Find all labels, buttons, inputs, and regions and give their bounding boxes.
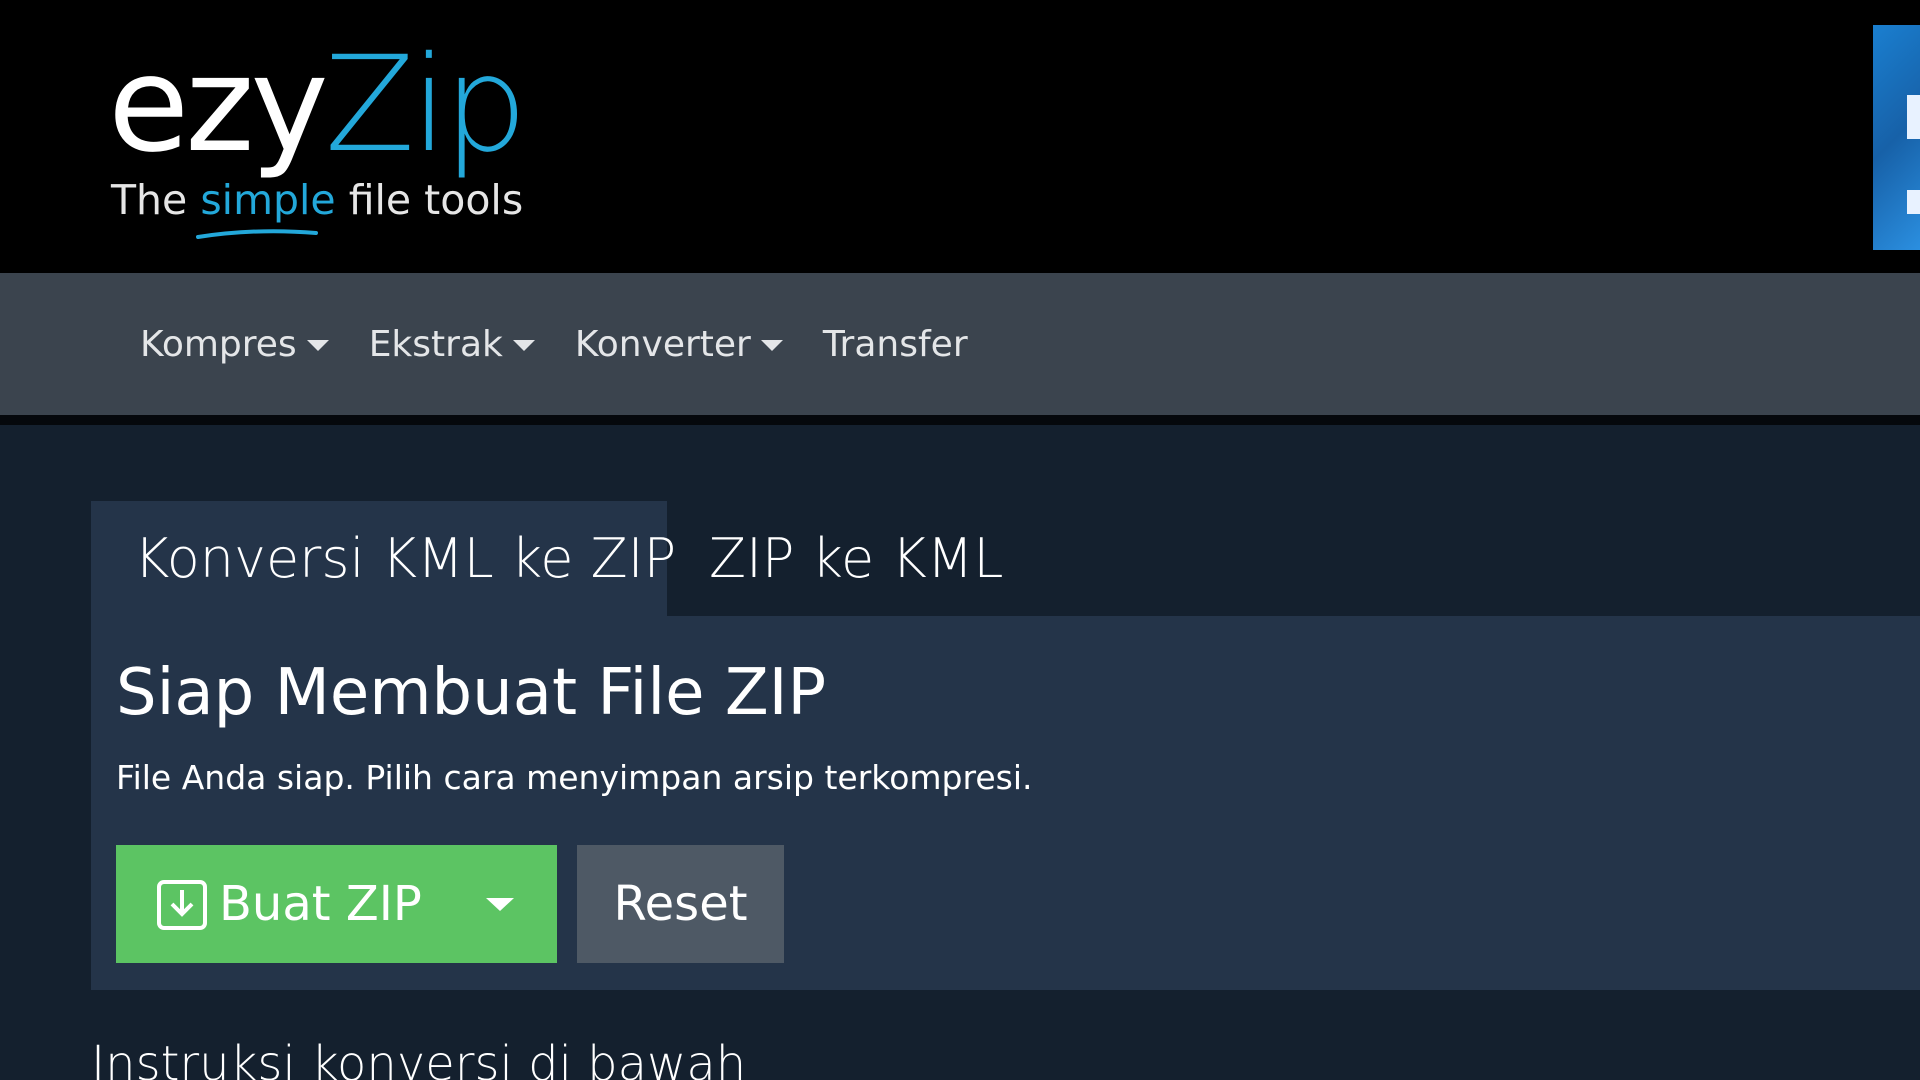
- caret-down-icon: [512, 339, 535, 351]
- logo-word-zip: Zip: [324, 28, 528, 182]
- nav-item-ekstrak[interactable]: Ekstrak: [369, 324, 535, 365]
- ezyzip-logo[interactable]: ezyZip The simple file tools: [108, 30, 528, 240]
- caret-down-icon: [306, 339, 329, 351]
- nav-item-label: Kompres: [140, 323, 297, 365]
- reset-button[interactable]: Reset: [577, 845, 784, 963]
- card-title: Siap Membuat File ZIP: [116, 656, 827, 730]
- instructions-heading: Instruksi konversi di bawah: [91, 1036, 747, 1080]
- caret-down-icon: [760, 339, 783, 351]
- nav-item-label: Konverter: [574, 323, 751, 365]
- logo-swoosh-icon: [196, 229, 318, 239]
- site-header: ezyZip The simple file tools: [0, 0, 1920, 273]
- converter-tabs: Konversi KML ke ZIP ZIP ke KML: [91, 501, 1920, 616]
- logo-word-ezy: ezy: [108, 28, 329, 182]
- tagline-file-tools: file tools: [348, 176, 524, 224]
- logo-wordmark: ezyZip: [108, 28, 528, 182]
- nav-item-konverter[interactable]: Konverter: [575, 324, 783, 365]
- main-nav: Kompres Ekstrak Konverter Transfer: [0, 273, 1920, 415]
- nav-item-kompres[interactable]: Kompres: [140, 324, 329, 365]
- ad-mark: [1907, 95, 1920, 139]
- nav-item-transfer[interactable]: Transfer: [823, 324, 968, 365]
- tab-label: ZIP ke KML: [709, 527, 1004, 590]
- converter-card: Siap Membuat File ZIP File Anda siap. Pi…: [91, 616, 1920, 990]
- nav-item-label: Ekstrak: [368, 323, 503, 365]
- tagline-simple: simple: [200, 176, 336, 224]
- logo-tagline: The simple file tools: [111, 176, 523, 224]
- tab-label: Konversi KML ke ZIP: [134, 527, 677, 590]
- caret-down-icon[interactable]: [486, 898, 514, 911]
- tab-zip-to-kml[interactable]: ZIP ke KML: [709, 501, 1003, 616]
- ad-banner[interactable]: [1873, 25, 1920, 250]
- ad-mark: [1907, 190, 1920, 214]
- tab-kml-to-zip[interactable]: Konversi KML ke ZIP: [91, 501, 676, 616]
- create-zip-label: Buat ZIP: [219, 876, 422, 932]
- download-icon: [157, 880, 207, 930]
- tagline-the: The: [111, 176, 188, 224]
- create-zip-button[interactable]: Buat ZIP: [116, 845, 557, 963]
- nav-item-label: Transfer: [822, 323, 968, 365]
- nav-divider: [0, 415, 1920, 425]
- card-description: File Anda siap. Pilih cara menyimpan ars…: [116, 758, 1033, 797]
